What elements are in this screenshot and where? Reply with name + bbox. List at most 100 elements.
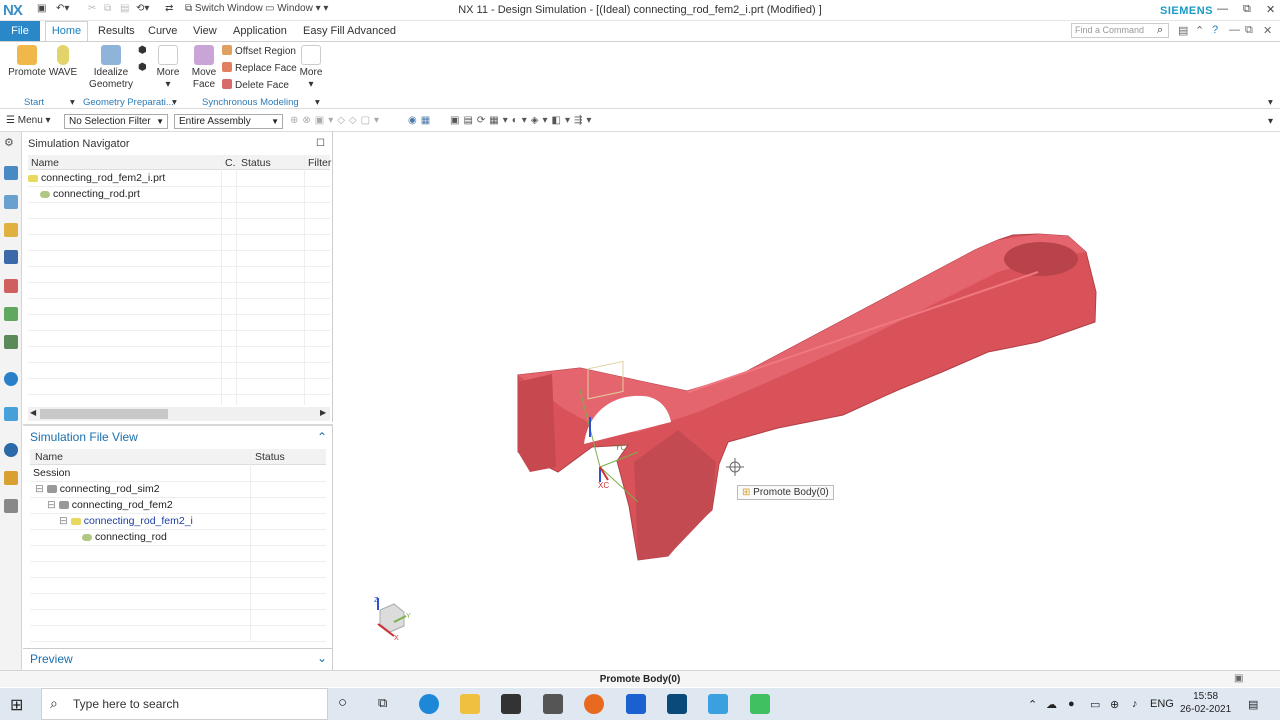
ribbon-options-icon[interactable]: ▤ <box>1178 24 1188 37</box>
group-start-dropdown[interactable]: ▾ <box>70 97 75 108</box>
part-navigator-icon[interactable] <box>4 195 18 209</box>
tab-home[interactable]: Home <box>45 21 88 41</box>
delete-face-button[interactable]: Delete Face <box>222 79 289 91</box>
tree-collapse-icon[interactable]: ⊟ <box>47 499 56 511</box>
tab-curve[interactable]: Curve <box>148 25 177 37</box>
tree-item[interactable]: ⊟ connecting_rod_sim2 <box>35 483 160 495</box>
move-face-button[interactable]: Move Face <box>190 45 218 91</box>
collapse-panel-icon[interactable]: ⌃ <box>317 430 327 444</box>
system-clock[interactable]: 15:58 26-02-2021 <box>1180 690 1231 716</box>
hd3d-tools-icon[interactable] <box>4 307 18 321</box>
assembly-navigator-icon[interactable] <box>4 223 18 237</box>
snap-tools-icons[interactable]: ⊕⊗▣▾◇◇▢▾ <box>290 115 383 126</box>
tab-application[interactable]: Application <box>233 25 287 37</box>
firefox-icon[interactable] <box>584 694 604 714</box>
simulation-file-view-title[interactable]: Simulation File View <box>30 430 138 444</box>
mail-icon[interactable] <box>543 694 563 714</box>
network-icon[interactable]: ⊕ <box>1110 698 1119 711</box>
file-explorer-icon[interactable] <box>460 694 480 714</box>
history-icon[interactable] <box>4 372 18 386</box>
wave-button[interactable]: WAVE <box>48 45 78 79</box>
panel-maximize-icon[interactable]: ☐ <box>316 138 325 149</box>
tree-item[interactable]: connecting_rod <box>82 531 167 543</box>
group-geometry-prep[interactable]: Geometry Preparati... <box>83 97 174 108</box>
geometry-tool-icon-2[interactable]: ⬢ <box>138 62 147 73</box>
expand-panel-icon[interactable]: ⌄ <box>317 651 327 665</box>
onedrive-icon[interactable]: ☁ <box>1046 698 1057 711</box>
clock-icon[interactable] <box>4 443 18 457</box>
volume-icon[interactable]: ♪ <box>1132 698 1138 710</box>
reuse-library-icon[interactable] <box>4 279 18 293</box>
recorder-app-icon[interactable] <box>750 694 770 714</box>
collapse-ribbon-icon[interactable]: ⌃ <box>1195 24 1204 37</box>
tree-collapse-icon[interactable]: ⊟ <box>35 483 44 495</box>
web-browser-icon[interactable] <box>4 335 18 349</box>
nx-app-icon[interactable] <box>667 694 687 714</box>
more-geometry-button[interactable]: More ▾ <box>155 45 181 91</box>
settings-icon[interactable]: ⚙ <box>4 136 18 150</box>
menu-button[interactable]: ☰ Menu ▾ <box>6 115 51 126</box>
panel-splitter[interactable] <box>23 424 333 426</box>
find-command-input[interactable]: Find a Command <box>1071 23 1169 38</box>
preview-section[interactable]: Preview <box>30 652 73 666</box>
minimize-icon[interactable]: — <box>1217 3 1228 15</box>
tree-item[interactable]: ⊟ connecting_rod_fem2 <box>47 499 173 511</box>
doc-close-icon[interactable]: ✕ <box>1263 24 1272 37</box>
system-materials-icon[interactable] <box>4 407 18 421</box>
store-icon[interactable] <box>501 694 521 714</box>
selection-filter-dropdown[interactable]: No Selection Filter ▼ <box>64 114 168 129</box>
status-bar-icon[interactable]: ▣ <box>1234 673 1243 684</box>
nav-col-c[interactable]: C. <box>225 157 236 169</box>
list-item[interactable]: connecting_rod_fem2_i.prt <box>28 172 165 184</box>
dropbox-icon[interactable] <box>626 694 646 714</box>
doc-restore-icon[interactable]: ⧉ <box>1245 24 1253 37</box>
connecting-rod-model[interactable]: YC XC Z X Y <box>338 132 1280 670</box>
geometry-tool-icon-1[interactable]: ⬢ <box>138 45 147 56</box>
tab-view[interactable]: View <box>193 25 217 37</box>
group-start[interactable]: Start <box>24 97 44 108</box>
tab-file[interactable]: File <box>0 21 40 41</box>
nav-col-status[interactable]: Status <box>241 157 271 169</box>
fileview-col-status[interactable]: Status <box>255 451 285 463</box>
microphone-icon[interactable]: ● <box>1068 698 1075 710</box>
scrollbar-thumb[interactable] <box>40 409 168 419</box>
promote-button[interactable]: Promote <box>8 45 46 79</box>
assembly-scope-dropdown[interactable]: Entire Assembly ▼ <box>174 114 283 129</box>
idealize-geometry-button[interactable]: Idealize Geometry <box>88 45 134 91</box>
session-node[interactable]: Session <box>33 467 70 479</box>
display-tools-icons[interactable]: ◉▦ <box>408 115 434 126</box>
notifications-icon[interactable]: ▤ <box>1248 698 1258 711</box>
battery-icon[interactable]: ▭ <box>1090 698 1100 711</box>
roles-icon[interactable] <box>4 499 18 513</box>
doc-minimize-icon[interactable]: — <box>1229 24 1240 36</box>
tab-results[interactable]: Results <box>98 25 135 37</box>
task-view-icon[interactable]: ⧉ <box>378 695 398 715</box>
process-studio-icon[interactable] <box>4 471 18 485</box>
fileview-col-name[interactable]: Name <box>35 451 63 463</box>
constraint-navigator-icon[interactable] <box>4 250 18 264</box>
search-icon[interactable]: ⌕ <box>1157 24 1163 37</box>
connecting-rod-body[interactable] <box>517 233 1097 561</box>
scroll-left-icon[interactable]: ◀ <box>30 408 36 417</box>
tree-item-active[interactable]: ⊟ connecting_rod_fem2_i <box>59 515 193 527</box>
toolbar-expand-icon[interactable]: ▾ <box>1268 116 1273 127</box>
language-indicator[interactable]: ENG <box>1150 698 1174 710</box>
replace-face-button[interactable]: Replace Face <box>222 62 297 74</box>
view-tools-icons[interactable]: ▣▤⟳▦▾◐▾◈▾◧▾⇶▾ <box>450 115 595 126</box>
cortana-icon[interactable]: ○ <box>338 694 358 714</box>
tab-easy-fill[interactable]: Easy Fill Advanced <box>303 25 396 37</box>
help-icon[interactable]: ? <box>1212 24 1218 36</box>
edge-browser-icon[interactable] <box>419 694 439 714</box>
close-icon[interactable]: ✕ <box>1266 3 1275 16</box>
nav-col-name[interactable]: Name <box>31 157 59 169</box>
group-sync-dropdown[interactable]: ▾ <box>315 97 320 108</box>
group-synchronous-modeling[interactable]: Synchronous Modeling <box>202 97 299 108</box>
tray-expand-icon[interactable]: ⌃ <box>1028 698 1037 711</box>
ribbon-expand-icon[interactable]: ▾ <box>1268 97 1273 108</box>
nav-col-filter[interactable]: Filter <box>308 157 331 169</box>
offset-region-button[interactable]: Offset Region <box>222 45 296 57</box>
windows-start-icon[interactable]: ⊞ <box>10 695 30 715</box>
more-sync-button[interactable]: More ▾ <box>298 45 324 91</box>
tree-collapse-icon[interactable]: ⊟ <box>59 515 68 527</box>
list-item[interactable]: connecting_rod.prt <box>40 188 140 200</box>
